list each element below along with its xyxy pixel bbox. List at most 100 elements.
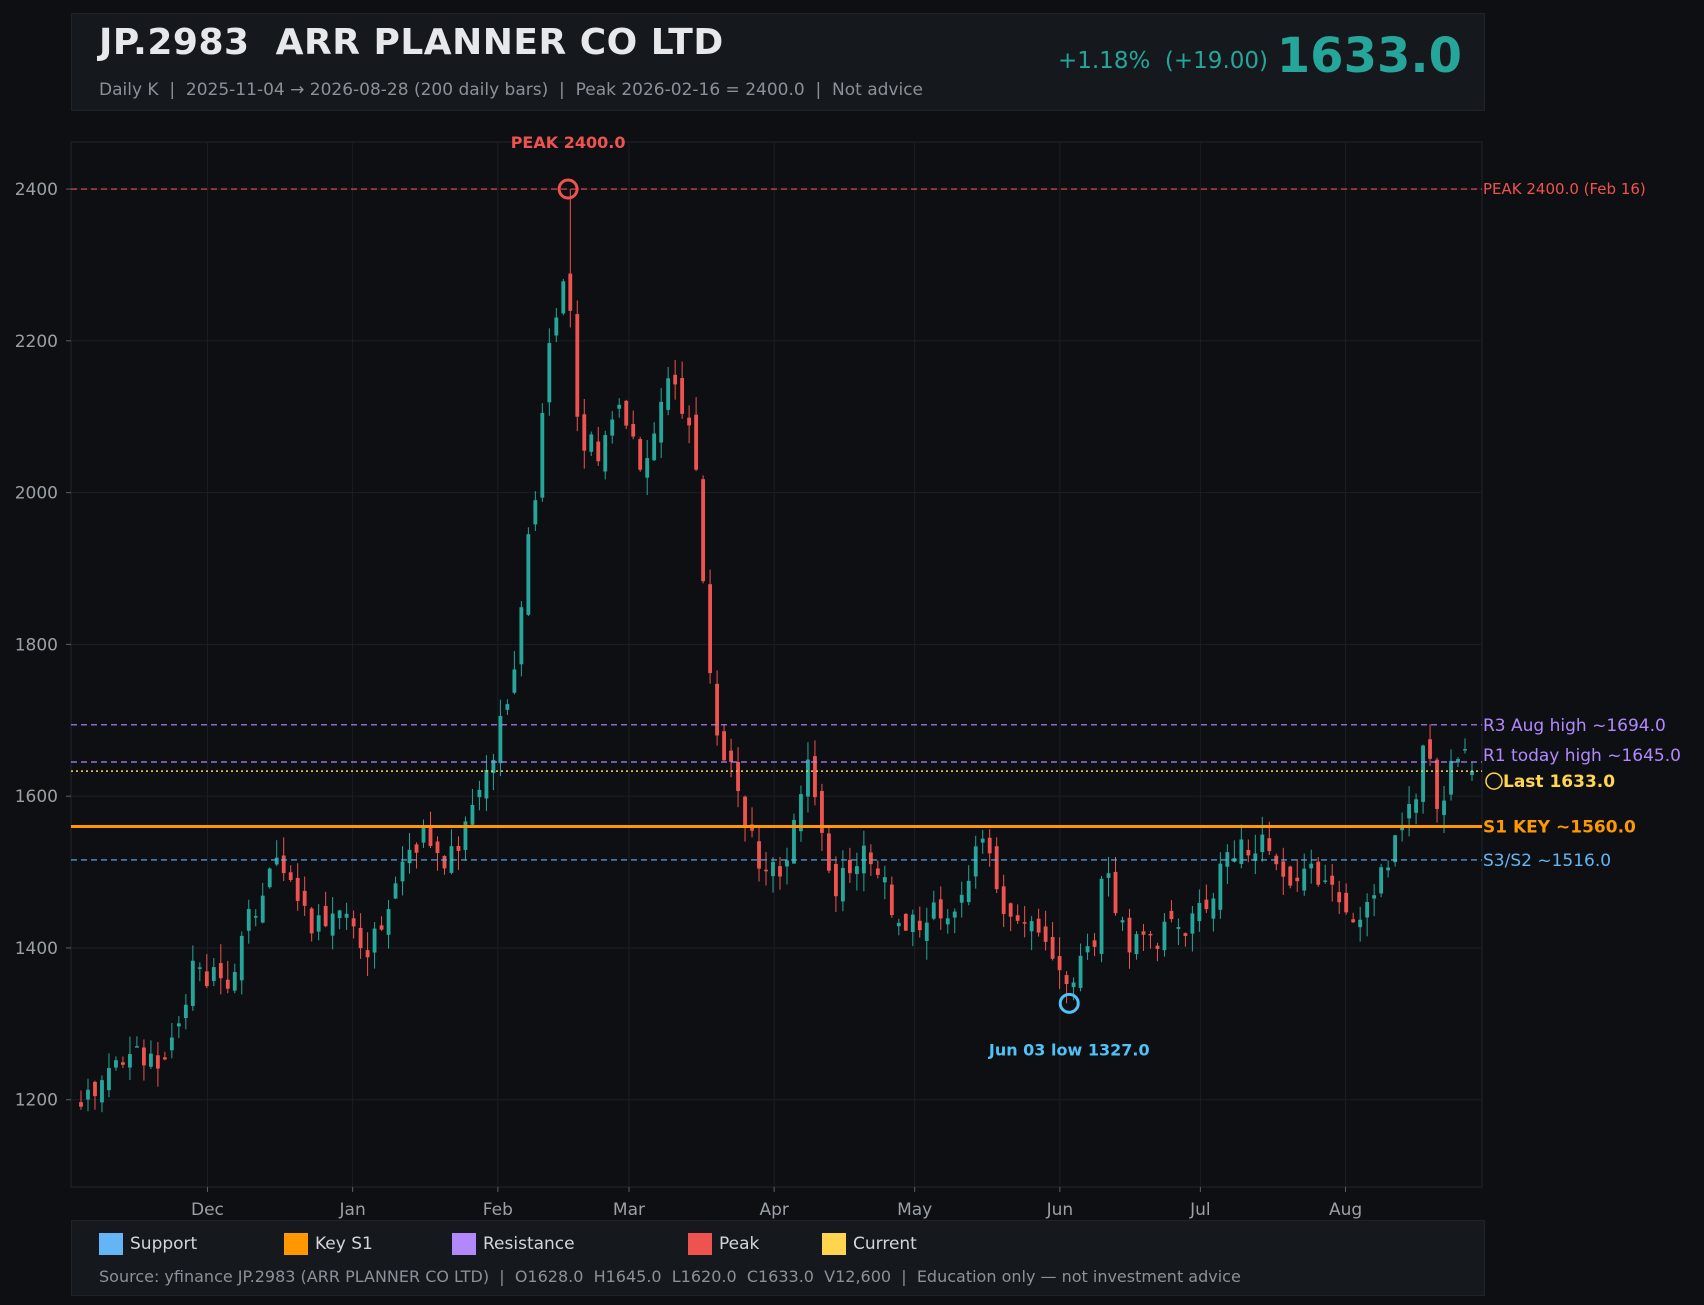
legend-item-peak: Peak — [688, 1233, 759, 1255]
candle-body — [624, 400, 629, 426]
candle-body — [757, 841, 761, 869]
candle-body — [666, 378, 671, 410]
legend-label-resistance: Resistance — [483, 1234, 575, 1254]
candle-body — [393, 883, 398, 899]
candle-body — [924, 922, 929, 941]
candle-body — [1057, 956, 1062, 971]
candle-body — [456, 845, 461, 851]
candle-body — [617, 404, 622, 409]
level-label-resistance: R3 Aug high ~1694.0 — [1483, 716, 1666, 736]
candle-body — [1428, 739, 1432, 759]
candle-body — [1036, 918, 1041, 933]
candle-body — [568, 273, 573, 311]
candle-body — [561, 281, 566, 314]
candle-body — [938, 899, 943, 919]
candle-body — [966, 880, 971, 903]
candle-body — [302, 890, 307, 906]
candle-body — [288, 872, 293, 880]
candle-body — [197, 967, 202, 969]
candle-body — [421, 827, 426, 843]
candle-body — [141, 1047, 146, 1066]
candle-body — [1435, 759, 1439, 809]
peak-line-label: PEAK 2400.0 (Feb 16) — [1483, 180, 1646, 198]
current-marker-icon — [1485, 772, 1503, 790]
legend-swatch-current — [822, 1233, 846, 1255]
candle-body — [575, 314, 580, 417]
candle-body — [128, 1054, 132, 1068]
plot-area — [70, 141, 1483, 1188]
y-tick-label: 1600 — [15, 787, 58, 807]
candle-body — [442, 855, 447, 869]
candle-body — [351, 918, 356, 927]
candle-body — [638, 439, 643, 470]
candle-body — [834, 863, 838, 897]
candle-body — [875, 868, 880, 875]
candle-body — [806, 759, 810, 797]
candle-body — [1421, 745, 1425, 802]
candle-body — [778, 866, 782, 877]
candle-body — [952, 911, 957, 918]
data-source-note: Source: yfinance JP.2983 (ARR PLANNER CO… — [99, 1267, 1241, 1286]
candle-body — [980, 838, 985, 843]
candle-body — [736, 761, 740, 792]
low-annotation: Jun 03 low 1327.0 — [988, 1040, 1150, 1059]
candle-body — [435, 841, 440, 854]
candle-body — [533, 500, 538, 525]
x-tick-label: May — [897, 1200, 932, 1220]
candle-body — [1162, 921, 1167, 951]
y-tick-label: 2200 — [15, 332, 58, 352]
candle-body — [1001, 886, 1006, 914]
candle-body — [274, 857, 279, 865]
candle-body — [1050, 936, 1055, 959]
candle-body — [1246, 849, 1251, 856]
candle-body — [1330, 875, 1335, 885]
candle-body — [840, 867, 845, 902]
candle-body — [715, 683, 719, 736]
x-tick-label: Feb — [483, 1200, 513, 1220]
candle-body — [1029, 921, 1034, 932]
candle-body — [847, 859, 852, 874]
candle-body — [114, 1060, 118, 1068]
candle-body — [631, 423, 636, 437]
legend-swatch-peak — [688, 1233, 712, 1255]
legend-swatch-support — [99, 1233, 123, 1255]
candle-body — [218, 963, 223, 979]
candle-body — [365, 950, 370, 958]
legend-item-resistance: Resistance — [452, 1233, 575, 1255]
legend-label-key-s1: Key S1 — [315, 1234, 373, 1254]
candle-body — [1281, 861, 1286, 877]
candle-body — [204, 971, 209, 987]
candle-body — [477, 789, 482, 798]
candle-body — [135, 1046, 139, 1048]
candle-body — [917, 920, 922, 931]
candle-body — [1190, 913, 1195, 934]
candle-body — [1120, 920, 1125, 923]
candle-body — [945, 918, 950, 925]
candle-body — [183, 1004, 188, 1019]
peak-annotation: PEAK 2400.0 — [511, 133, 626, 152]
y-tick-label: 2000 — [15, 484, 58, 504]
candle-body — [414, 844, 419, 853]
candle-body — [1085, 946, 1090, 953]
candle-body — [169, 1037, 174, 1051]
candle-body — [729, 750, 733, 762]
candle-body — [1267, 838, 1272, 852]
candle-body — [295, 877, 300, 901]
candle-body — [931, 902, 936, 919]
candle-body — [603, 435, 608, 472]
candle-body — [1351, 919, 1356, 923]
candle-body — [1260, 834, 1265, 853]
candle-body — [1113, 871, 1118, 914]
legend-swatch-key-s1 — [284, 1233, 308, 1255]
candle-body — [1015, 915, 1020, 921]
legend-label-current: Current — [853, 1234, 917, 1254]
candle-body — [680, 378, 685, 414]
candle-body — [910, 914, 915, 933]
candle-body — [1302, 868, 1307, 891]
candle-body — [267, 868, 272, 888]
candle-body — [1099, 878, 1104, 954]
candle-body — [470, 804, 475, 825]
candle-body — [1141, 931, 1146, 935]
candle-body — [973, 846, 978, 877]
candle-body — [743, 796, 747, 829]
